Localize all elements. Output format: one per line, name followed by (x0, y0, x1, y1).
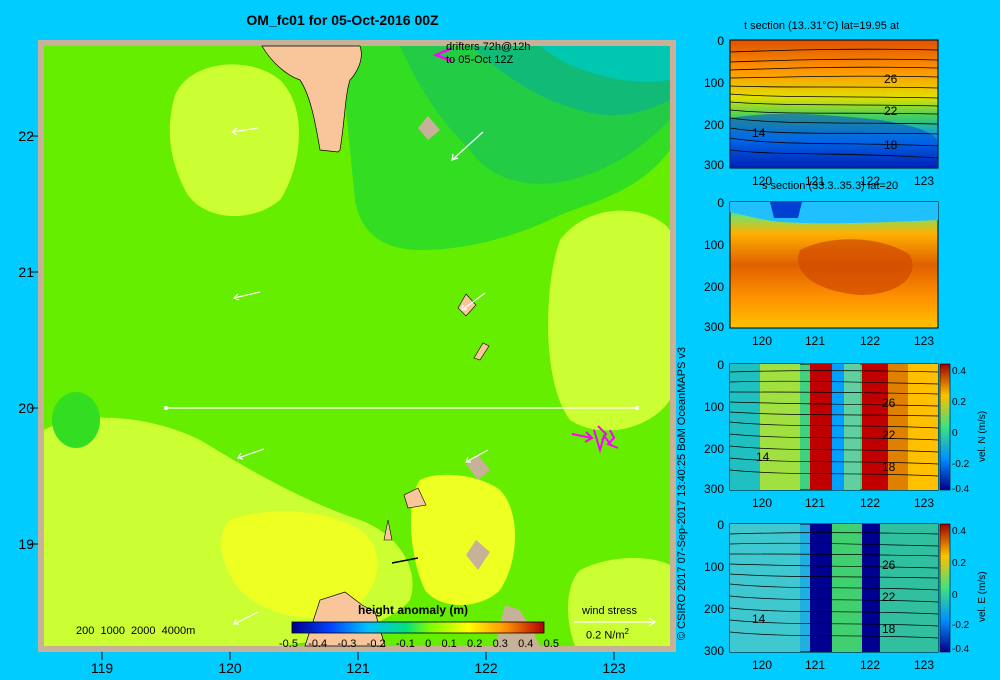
colorbar-tick: -0.3 (337, 638, 357, 650)
x-tick-label: 121 (805, 174, 826, 188)
x-tick-label: 121 (805, 334, 826, 348)
y-tick-label: 0 (717, 34, 724, 48)
vel-n-colorbar (939, 363, 951, 491)
contour-label: 22 (882, 428, 896, 442)
colorbar-tick: 0.5 (543, 638, 559, 650)
contour-label: 22 (882, 590, 896, 604)
x-tick-label: 120 (752, 334, 773, 348)
y-tick-label: 300 (703, 644, 724, 658)
wind-stress-label: wind stress (582, 605, 638, 617)
y-tick-label: 100 (703, 238, 724, 252)
colorbar-tick: 0.4 (952, 526, 966, 537)
colorbar-tick: 0 (425, 638, 432, 650)
y-tick-label: 0 (717, 358, 724, 372)
x-tick-label: 123 (914, 658, 935, 672)
colorbar-tick: -0.2 (952, 620, 970, 631)
y-tick-label: 19 (18, 536, 34, 552)
colorbar-tick: -0.2 (366, 638, 386, 650)
x-tick-label: 121 (346, 660, 370, 676)
y-tick-label: 300 (703, 482, 724, 496)
colorbar-tick: 0.1 (441, 638, 457, 650)
contour-label: 18 (884, 138, 898, 152)
x-tick-label: 122 (474, 660, 498, 676)
y-tick-label: 200 (703, 442, 724, 456)
x-tick-label: 123 (914, 334, 935, 348)
contour-label: 26 (882, 396, 896, 410)
contour-label: 22 (884, 104, 898, 118)
x-tick-label: 121 (805, 658, 826, 672)
contour-label: 26 (882, 558, 896, 572)
x-tick-label: 122 (860, 174, 881, 188)
y-tick-label: 300 (703, 320, 724, 334)
y-tick-label: 200 (703, 602, 724, 616)
x-tick-label: 122 (860, 658, 881, 672)
wind-stress-value: 0.2 N/m2 (586, 627, 629, 642)
t-section-panel (729, 39, 939, 169)
vel-n-panel (729, 363, 951, 491)
section-panels (729, 39, 951, 653)
y-tick-label: 200 (703, 118, 724, 132)
colorbar-tick: 0.3 (492, 638, 508, 650)
y-tick-label: 100 (703, 76, 724, 90)
colorbar-tick: 0 (952, 428, 958, 439)
height-colorbar (291, 621, 545, 634)
x-tick-label: 120 (752, 174, 773, 188)
colorbar-tick: 0.4 (952, 366, 966, 377)
t-section-title: t section (13..31°C) lat=19.95 at (744, 20, 900, 32)
contour-label: 18 (882, 460, 896, 474)
x-tick-label: 120 (752, 658, 773, 672)
colorbar-tick: -0.4 (308, 638, 328, 650)
contour-label: 18 (882, 622, 896, 636)
contour-label: 26 (884, 72, 898, 86)
x-tick-label: 123 (914, 496, 935, 510)
drifters-label-line1: drifters 72h@12h (446, 41, 531, 53)
colorbar-tick: -0.2 (952, 459, 970, 470)
drifters-label: drifters 72h@12h to 05-Oct 12Z (446, 41, 531, 67)
contour-label: 14 (752, 612, 766, 626)
x-tick-label: 119 (90, 660, 114, 676)
y-tick-label: 300 (703, 158, 724, 172)
colorbar-tick: -0.1 (395, 638, 415, 650)
colorbar-tick: 0.4 (518, 638, 534, 650)
credit-text: © CSIRO 2017 07-Sep-2017 13:40:25 BoM Oc… (676, 346, 688, 640)
x-tick-label: 122 (860, 496, 881, 510)
depth-legend: 200 1000 2000 4000m (76, 625, 196, 637)
y-tick-label: 100 (703, 560, 724, 574)
y-tick-label: 0 (717, 196, 724, 210)
colorbar-tick: -0.4 (952, 644, 970, 655)
colorbar-tick: 0.2 (952, 558, 966, 569)
y-tick-label: 0 (717, 518, 724, 532)
y-tick-label: 100 (703, 400, 724, 414)
s-section-panel (729, 201, 939, 329)
vel-n-colorbar-label: vel. N (m/s) (977, 410, 988, 462)
y-tick-label: 21 (18, 264, 34, 280)
contour-label: 14 (752, 126, 766, 140)
colorbar-tick: -0.5 (279, 638, 298, 650)
y-tick-label: 22 (18, 128, 34, 144)
contour-label: 14 (756, 450, 770, 464)
wind-stress-value-text: 0.2 N/m (586, 629, 625, 642)
colorbar-tick: 0.2 (467, 638, 483, 650)
colorbar-tick: 0 (952, 590, 958, 601)
colorbar-tick: 0.2 (952, 397, 966, 408)
y-tick-label: 20 (18, 400, 34, 416)
vel-e-colorbar-label: vel. E (m/s) (977, 571, 988, 622)
x-tick-label: 120 (752, 496, 773, 510)
colorbar-tick: -0.4 (952, 484, 970, 495)
x-tick-label: 120 (218, 660, 242, 676)
wind-stress-exponent: 2 (624, 627, 629, 636)
colorbar-ticks: -0.5 -0.4 -0.3 -0.2 -0.1 0 0.1 0.2 0.3 0… (279, 638, 559, 650)
colorbar-title: height anomaly (m) (358, 603, 469, 617)
vel-e-panel (729, 523, 951, 653)
main-map (30, 40, 676, 660)
x-tick-label: 122 (860, 334, 881, 348)
x-tick-label: 123 (602, 660, 626, 676)
vel-e-colorbar (939, 523, 951, 653)
x-tick-label: 123 (914, 174, 935, 188)
x-tick-label: 121 (805, 496, 826, 510)
y-tick-label: 200 (703, 280, 724, 294)
drifters-label-line2: to 05-Oct 12Z (446, 54, 514, 66)
